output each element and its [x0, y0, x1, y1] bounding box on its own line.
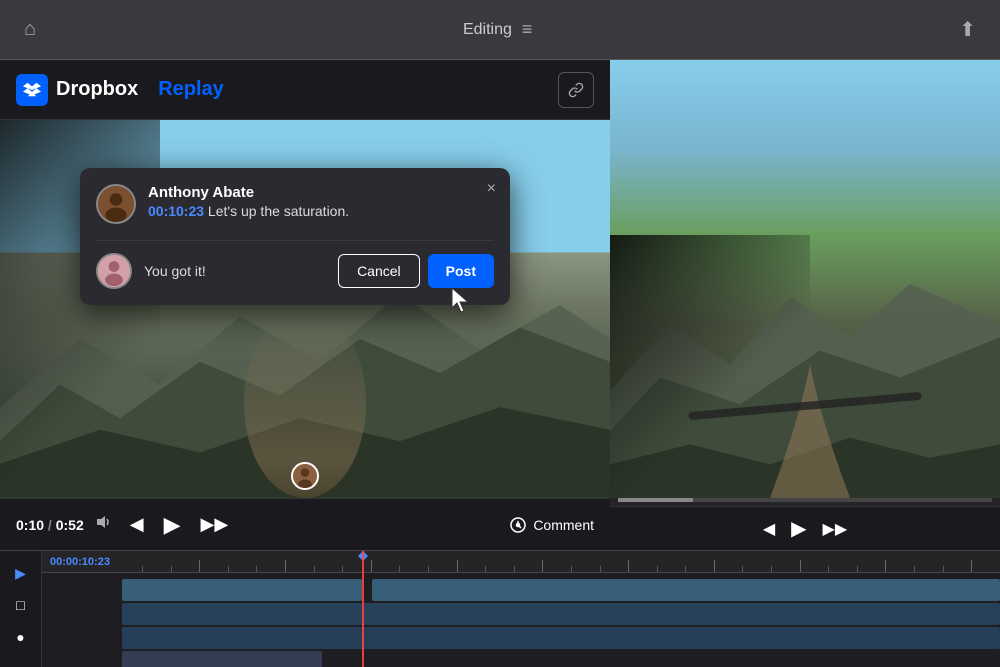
- reply-avatar: [96, 253, 132, 289]
- menu-icon[interactable]: ≡: [522, 19, 533, 40]
- cancel-button[interactable]: Cancel: [338, 254, 420, 288]
- comment-message: Let's up the saturation.: [204, 203, 349, 219]
- track-clip-2[interactable]: [122, 603, 1000, 625]
- right-play-button[interactable]: ▶: [791, 516, 806, 541]
- share-icon[interactable]: ⬆: [959, 17, 976, 42]
- right-controls: ◀ ▶ ▶▶: [610, 506, 1000, 550]
- comment-close-button[interactable]: ×: [487, 180, 496, 198]
- video-avatar: [291, 462, 319, 490]
- timeline-circle[interactable]: ●: [7, 625, 35, 649]
- left-panel: Dropbox ​ Replay: [0, 60, 610, 550]
- reply-actions: Cancel Post: [338, 254, 494, 288]
- timeline-ruler: 00:00:10:23: [42, 551, 1000, 573]
- right-step-forward-button[interactable]: ▶▶: [823, 519, 848, 539]
- comment-label: Comment: [533, 517, 594, 533]
- comment-author-avatar: [96, 184, 136, 224]
- link-copy-button[interactable]: [558, 72, 594, 108]
- current-time: 0:10 / 0:52: [16, 517, 84, 533]
- timeline-track-2: [42, 603, 1000, 625]
- volume-icon[interactable]: [96, 515, 114, 534]
- dropbox-logo-icon: [16, 74, 48, 106]
- timeline-controls: ▶ □ ●: [0, 551, 42, 667]
- track-clip-1a[interactable]: [122, 579, 362, 601]
- timeline-tracks: [42, 573, 1000, 667]
- home-icon[interactable]: ⌂: [24, 18, 36, 41]
- timeline-play-button[interactable]: ▶: [7, 561, 35, 585]
- right-progress-fill: [618, 498, 693, 502]
- post-button[interactable]: Post: [428, 254, 494, 288]
- comment-button[interactable]: + Comment: [509, 516, 594, 534]
- play-button[interactable]: ▶: [160, 508, 185, 542]
- step-back-button[interactable]: ◀: [126, 510, 148, 539]
- timeline-checkbox[interactable]: □: [7, 593, 35, 617]
- timeline-timecode: 00:00:10:23: [50, 556, 110, 568]
- right-panel: ◀ ▶ ▶▶: [610, 60, 1000, 550]
- timeline-main: 00:00:10:23: [42, 551, 1000, 667]
- video-area: × Anthony Abate 00:10:23 Let's up the sa…: [0, 120, 610, 498]
- right-video-area: [610, 60, 1000, 498]
- step-forward-button[interactable]: ▶▶: [197, 510, 233, 539]
- timeline-track-3: [42, 627, 1000, 649]
- left-header: Dropbox ​ Replay: [0, 60, 610, 120]
- track-clip-1b[interactable]: [372, 579, 1000, 601]
- comment-timestamp: 00:10:23: [148, 203, 204, 219]
- timeline-area: ▶ □ ● 00:00:10:23: [0, 550, 1000, 667]
- editing-title: Editing: [463, 21, 512, 39]
- comment-reply-row: You got it! Cancel Post: [96, 240, 494, 289]
- top-bar: ⌂ Editing ≡ ⬆: [0, 0, 1000, 60]
- dropbox-text: Dropbox: [56, 78, 138, 101]
- top-bar-center: Editing ≡: [463, 19, 532, 40]
- timeline-track-1: [42, 579, 1000, 601]
- comment-body: Anthony Abate 00:10:23 Let's up the satu…: [148, 184, 494, 219]
- right-step-back-button[interactable]: ◀: [763, 519, 775, 539]
- right-progress-bar: [618, 498, 992, 502]
- comment-author-name: Anthony Abate: [148, 184, 494, 201]
- main-content: Dropbox ​ Replay: [0, 60, 1000, 550]
- comment-header: Anthony Abate 00:10:23 Let's up the satu…: [96, 184, 494, 224]
- right-video-background: [610, 60, 1000, 498]
- video-controls: 0:10 / 0:52 ◀ ▶ ▶▶ +: [0, 498, 610, 550]
- timeline-track-4: [42, 651, 1000, 667]
- track-clip-3[interactable]: [122, 627, 1000, 649]
- reply-text: You got it!: [144, 263, 326, 279]
- cursor-pointer: [450, 286, 472, 319]
- comment-text: 00:10:23 Let's up the saturation.: [148, 203, 494, 219]
- replay-text: Replay: [158, 78, 224, 101]
- ruler-playhead: [362, 551, 364, 572]
- track-clip-4[interactable]: [122, 651, 322, 667]
- logo-area: Dropbox ​ Replay: [16, 74, 224, 106]
- comment-popup: × Anthony Abate 00:10:23 Let's up the sa…: [80, 168, 510, 305]
